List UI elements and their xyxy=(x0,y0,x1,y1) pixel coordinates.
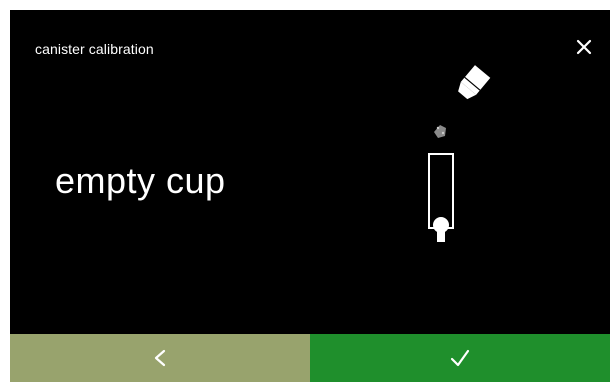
instruction-text: empty cup xyxy=(55,160,226,201)
powder-icon xyxy=(434,125,446,138)
close-button[interactable] xyxy=(569,32,599,62)
calibration-illustration xyxy=(405,65,505,260)
bottom-action-bar xyxy=(10,334,610,382)
back-button[interactable] xyxy=(10,334,310,382)
chevron-left-icon xyxy=(154,349,166,367)
page-title: canister calibration xyxy=(35,41,154,57)
close-icon xyxy=(576,39,592,55)
checkmark-icon xyxy=(450,349,470,367)
cup-icon xyxy=(428,153,454,242)
calibration-screen: canister calibration empty cup xyxy=(10,10,610,382)
canister-icon xyxy=(458,65,491,100)
confirm-button[interactable] xyxy=(310,334,610,382)
